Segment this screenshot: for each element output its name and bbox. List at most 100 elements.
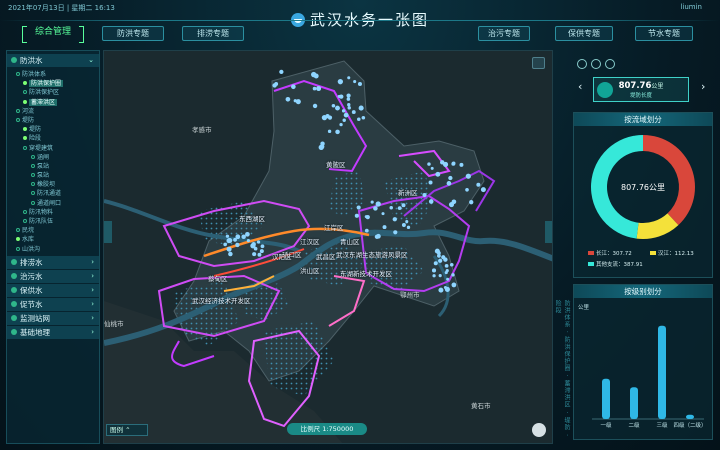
layer-item[interactable]: 山洪沟: [7, 245, 99, 254]
reservoir-point[interactable]: [325, 113, 330, 119]
reservoir-point[interactable]: [341, 109, 346, 113]
reservoir-point[interactable]: [316, 86, 322, 92]
reservoir-point[interactable]: [459, 162, 464, 167]
reservoir-point[interactable]: [285, 96, 291, 102]
tab-water-saving[interactable]: 节水专题: [635, 26, 693, 41]
reservoir-point[interactable]: [256, 240, 261, 244]
reservoir-point[interactable]: [382, 225, 387, 230]
reservoir-point[interactable]: [428, 199, 434, 204]
sidebar-group[interactable]: 基础地理 ›: [7, 325, 99, 339]
layer-item[interactable]: 防汛物料: [7, 208, 99, 217]
reservoir-point[interactable]: [397, 206, 402, 211]
reservoir-point[interactable]: [320, 144, 325, 149]
tab-drainage[interactable]: 排涝专题: [182, 26, 244, 41]
reservoir-point[interactable]: [226, 246, 232, 252]
reservoir-point[interactable]: [422, 192, 427, 198]
layers-icon[interactable]: [591, 59, 601, 69]
reservoir-point[interactable]: [312, 103, 318, 109]
donut-slice-0[interactable]: [643, 135, 695, 226]
reservoir-point[interactable]: [335, 105, 340, 111]
reservoir-point[interactable]: [451, 273, 455, 277]
reservoir-point[interactable]: [253, 246, 258, 251]
reservoir-point[interactable]: [432, 274, 436, 278]
tab-supply[interactable]: 保供专题: [555, 26, 613, 41]
bar-2[interactable]: [658, 325, 666, 419]
reservoir-point[interactable]: [245, 231, 250, 237]
reservoir-point[interactable]: [373, 206, 378, 211]
reservoir-point[interactable]: [343, 112, 349, 118]
left-collapse-tab[interactable]: [104, 221, 112, 243]
layer-item[interactable]: 泵站: [7, 171, 99, 180]
layer-item[interactable]: 蓄滞洪区: [7, 98, 99, 107]
reservoir-point[interactable]: [346, 97, 351, 101]
map-canvas[interactable]: 孝感市 黄陂区 新洲区 东西湖区 江岸区 江汉区 硚口区 青山区 武昌区 洪山区…: [103, 50, 553, 444]
reservoir-point[interactable]: [438, 274, 442, 278]
reservoir-point[interactable]: [357, 81, 362, 87]
reservoir-point[interactable]: [337, 79, 343, 85]
sidebar-group[interactable]: 监测站网 ›: [7, 311, 99, 325]
reservoir-point[interactable]: [364, 228, 369, 233]
reservoir-point[interactable]: [431, 268, 437, 273]
tab-flood-control[interactable]: 防洪专题: [102, 26, 164, 41]
reservoir-point[interactable]: [353, 80, 357, 84]
reservoir-point[interactable]: [354, 213, 359, 218]
reservoir-point[interactable]: [227, 237, 233, 244]
reservoir-point[interactable]: [476, 182, 481, 187]
reservoir-point[interactable]: [339, 123, 343, 127]
next-arrow-button[interactable]: ›: [701, 80, 705, 93]
reservoir-point[interactable]: [392, 217, 397, 222]
layer-item[interactable]: 泵站: [7, 162, 99, 171]
bar-0[interactable]: [602, 378, 610, 419]
sidebar-group[interactable]: 促节水 ›: [7, 297, 99, 311]
reservoir-point[interactable]: [361, 115, 366, 120]
reservoir-point[interactable]: [272, 83, 277, 88]
reservoir-point[interactable]: [295, 99, 301, 105]
globe-icon[interactable]: [532, 423, 546, 437]
layer-item[interactable]: 防汛队伍: [7, 217, 99, 226]
map-layer-tool-button[interactable]: [532, 57, 545, 69]
reservoir-point[interactable]: [260, 244, 265, 249]
layer-item[interactable]: 涵闸: [7, 153, 99, 162]
layer-item[interactable]: 河流: [7, 107, 99, 116]
sidebar-group-flood[interactable]: 防洪水 ⌄: [7, 54, 99, 67]
reservoir-point[interactable]: [252, 252, 257, 257]
reservoir-point[interactable]: [406, 225, 411, 230]
reservoir-point[interactable]: [480, 187, 486, 193]
reservoir-point[interactable]: [357, 117, 361, 122]
bar-3[interactable]: [686, 414, 694, 419]
reservoir-point[interactable]: [465, 173, 471, 179]
reservoir-point[interactable]: [393, 230, 398, 235]
reservoir-point[interactable]: [440, 160, 445, 165]
reservoir-point[interactable]: [235, 242, 240, 248]
reservoir-point[interactable]: [469, 200, 474, 205]
reservoir-point[interactable]: [428, 180, 433, 185]
reservoir-point[interactable]: [327, 129, 332, 134]
reservoir-point[interactable]: [435, 171, 441, 177]
layer-item[interactable]: 防洪保护圈: [7, 79, 99, 88]
layer-item[interactable]: 险段: [7, 134, 99, 143]
reservoir-point[interactable]: [374, 234, 380, 239]
reservoir-point[interactable]: [228, 251, 233, 257]
layer-item[interactable]: 通道闸口: [7, 199, 99, 208]
sidebar-group[interactable]: 排涝水 ›: [7, 255, 99, 269]
reservoir-point[interactable]: [451, 282, 457, 288]
reservoir-point[interactable]: [433, 261, 438, 266]
reservoir-point[interactable]: [405, 220, 409, 224]
reservoir-point[interactable]: [445, 269, 449, 273]
layer-item[interactable]: 穿堤建筑: [7, 144, 99, 153]
sidebar-group[interactable]: 治污水 ›: [7, 269, 99, 283]
reservoir-point[interactable]: [437, 253, 441, 258]
legend-toggle-button[interactable]: 图例 ⌃: [106, 424, 148, 436]
reservoir-point[interactable]: [443, 257, 448, 262]
reservoir-point[interactable]: [375, 201, 381, 207]
table-icon[interactable]: [605, 59, 615, 69]
reservoir-point[interactable]: [291, 84, 296, 90]
reservoir-point[interactable]: [346, 93, 351, 98]
right-collapse-tab[interactable]: [545, 221, 552, 243]
reservoir-point[interactable]: [339, 94, 344, 99]
tab-comprehensive[interactable]: 综合管理: [22, 26, 84, 43]
reservoir-point[interactable]: [342, 118, 346, 122]
gear-icon[interactable]: [577, 59, 587, 69]
reservoir-point[interactable]: [438, 258, 443, 263]
layer-item[interactable]: 橡胶坝: [7, 180, 99, 189]
